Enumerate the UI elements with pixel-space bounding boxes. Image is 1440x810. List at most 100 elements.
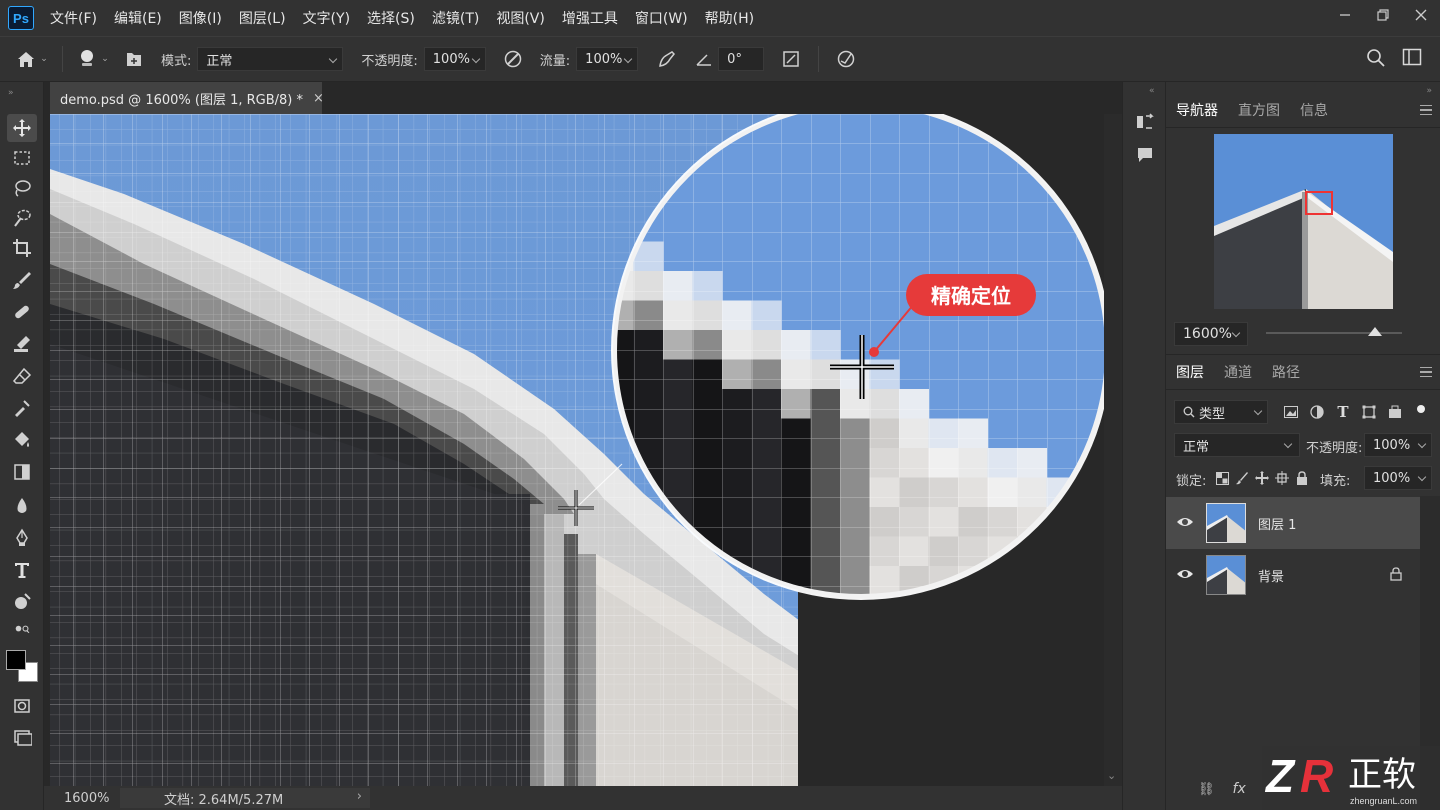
layer-filter-select[interactable]: 类型 (1174, 400, 1268, 424)
lock-icon[interactable] (1390, 567, 1402, 585)
dodge-tool-icon[interactable] (7, 492, 37, 520)
lock-all-icon[interactable] (1294, 470, 1310, 486)
comments-icon[interactable] (1133, 142, 1157, 166)
color-swatches[interactable] (6, 648, 40, 686)
vertical-scrollbar[interactable]: ⌄ (1104, 114, 1122, 786)
screen-mode-icon[interactable] (7, 724, 37, 752)
mode-select[interactable]: 正常 (197, 47, 344, 71)
layer-name[interactable]: 图层 1 (1258, 514, 1296, 533)
lasso-tool-icon[interactable] (7, 174, 37, 202)
canvas[interactable]: 精确定位 (44, 114, 1104, 786)
filter-type-icon[interactable]: T (1334, 403, 1352, 421)
lock-position-icon[interactable] (1254, 470, 1270, 486)
visibility-eye-icon[interactable] (1176, 515, 1194, 533)
scroll-down-icon[interactable]: ⌄ (1107, 769, 1116, 782)
zoom-hand-tools-icon[interactable] (7, 620, 37, 640)
filter-shape-icon[interactable] (1360, 403, 1378, 421)
layer-thumbnail[interactable] (1206, 503, 1246, 543)
crop-tool-icon[interactable] (7, 234, 37, 262)
fill-field[interactable]: 100% (1364, 466, 1432, 490)
tab-layers[interactable]: 图层 (1166, 362, 1214, 382)
panel-menu-icon[interactable] (1420, 367, 1432, 377)
panel-collapse-icon[interactable]: » (8, 88, 14, 98)
tab-channels[interactable]: 通道 (1214, 362, 1262, 382)
gradient-tool-icon[interactable] (7, 458, 37, 486)
navigator-preview[interactable] (1214, 134, 1393, 309)
menu-image[interactable]: 图像(I) (179, 8, 222, 28)
menu-view[interactable]: 视图(V) (496, 8, 545, 28)
symmetry-icon[interactable] (829, 49, 863, 69)
filter-toggle-icon[interactable] (1414, 402, 1428, 416)
brush-tool-icon[interactable] (7, 266, 37, 294)
menu-help[interactable]: 帮助(H) (705, 8, 754, 28)
angle-field[interactable]: 0° (718, 47, 765, 71)
history-icon[interactable] (1133, 110, 1157, 134)
menu-type[interactable]: 文字(Y) (303, 8, 350, 28)
quick-selection-tool-icon[interactable] (7, 204, 37, 232)
visibility-eye-icon[interactable] (1176, 567, 1194, 585)
close-icon[interactable] (1402, 0, 1440, 30)
panel-menu-icon[interactable] (1420, 105, 1432, 115)
filter-adjustment-icon[interactable] (1308, 403, 1326, 421)
foreground-color-swatch[interactable] (6, 650, 26, 670)
layer-name[interactable]: 背景 (1258, 566, 1284, 585)
status-doc-info[interactable]: 文档: 2.64M/5.27M › (120, 788, 370, 808)
lock-pixels-icon[interactable] (1234, 470, 1250, 486)
brush-preset-icon[interactable]: ⌄ (73, 48, 113, 70)
paint-bucket-tool-icon[interactable] (7, 426, 37, 454)
tab-info[interactable]: 信息 (1290, 100, 1338, 120)
panel-expand-icon[interactable]: « (1149, 86, 1155, 96)
filter-image-icon[interactable] (1282, 403, 1300, 421)
restore-icon[interactable] (1364, 0, 1402, 30)
app-logo[interactable]: Ps (8, 6, 34, 30)
lock-artboard-icon[interactable] (1274, 470, 1290, 486)
status-arrow-icon[interactable]: › (357, 789, 362, 804)
flow-field[interactable]: 100% (576, 47, 639, 71)
search-icon[interactable] (1364, 48, 1388, 68)
navigator-zoom-slider[interactable] (1266, 327, 1402, 336)
shape-tool-icon[interactable] (7, 588, 37, 616)
zoom-slider-handle[interactable] (1367, 327, 1382, 336)
close-tab-icon[interactable]: × (313, 91, 324, 106)
smudge-tool-icon[interactable] (7, 394, 37, 422)
document-tab[interactable]: demo.psd @ 1600% (图层 1, RGB/8) * × (50, 82, 324, 114)
menu-select[interactable]: 选择(S) (367, 8, 415, 28)
blend-mode-select[interactable]: 正常 (1174, 433, 1300, 457)
menu-window[interactable]: 窗口(W) (635, 8, 688, 28)
navigator-zoom-field[interactable]: 1600% (1174, 322, 1248, 346)
move-tool-icon[interactable] (7, 114, 37, 142)
link-layers-icon[interactable]: ⛓ (1198, 782, 1215, 797)
lock-transparent-icon[interactable] (1214, 470, 1230, 486)
menu-layer[interactable]: 图层(L) (239, 8, 286, 28)
tab-histogram[interactable]: 直方图 (1228, 100, 1290, 120)
menu-enhance[interactable]: 增强工具 (562, 8, 618, 28)
layer-opacity-field[interactable]: 100% (1364, 433, 1432, 457)
pressure-opacity-icon[interactable] (496, 49, 530, 69)
filter-smart-object-icon[interactable] (1386, 403, 1404, 421)
brush-settings-icon[interactable] (119, 50, 149, 68)
clone-stamp-tool-icon[interactable] (7, 330, 37, 358)
fx-icon[interactable]: fx (1233, 781, 1246, 797)
quick-mask-icon[interactable] (7, 692, 37, 720)
status-zoom[interactable]: 1600% (64, 791, 109, 806)
menu-file[interactable]: 文件(F) (50, 8, 97, 28)
layer-row[interactable]: 图层 1 (1166, 497, 1420, 549)
opacity-field[interactable]: 100% (423, 47, 486, 71)
pixel-image[interactable]: 精确定位 (44, 114, 1104, 786)
pen-tool-icon[interactable] (7, 524, 37, 552)
pressure-size-icon[interactable] (774, 49, 808, 69)
layer-thumbnail[interactable] (1206, 555, 1246, 595)
eraser-tool-icon[interactable] (7, 362, 37, 390)
healing-brush-tool-icon[interactable] (7, 298, 37, 326)
marquee-tool-icon[interactable] (7, 144, 37, 172)
home-icon[interactable]: ⌄ (12, 50, 52, 68)
angle-icon[interactable] (690, 51, 718, 67)
workspace-icon[interactable] (1400, 48, 1424, 66)
airbrush-icon[interactable] (650, 49, 684, 69)
minimize-icon[interactable] (1326, 0, 1364, 30)
tab-navigator[interactable]: 导航器 (1166, 100, 1228, 120)
type-tool-icon[interactable] (7, 556, 37, 584)
menu-edit[interactable]: 编辑(E) (114, 8, 162, 28)
menu-filter[interactable]: 滤镜(T) (432, 8, 479, 28)
tab-paths[interactable]: 路径 (1262, 362, 1310, 382)
